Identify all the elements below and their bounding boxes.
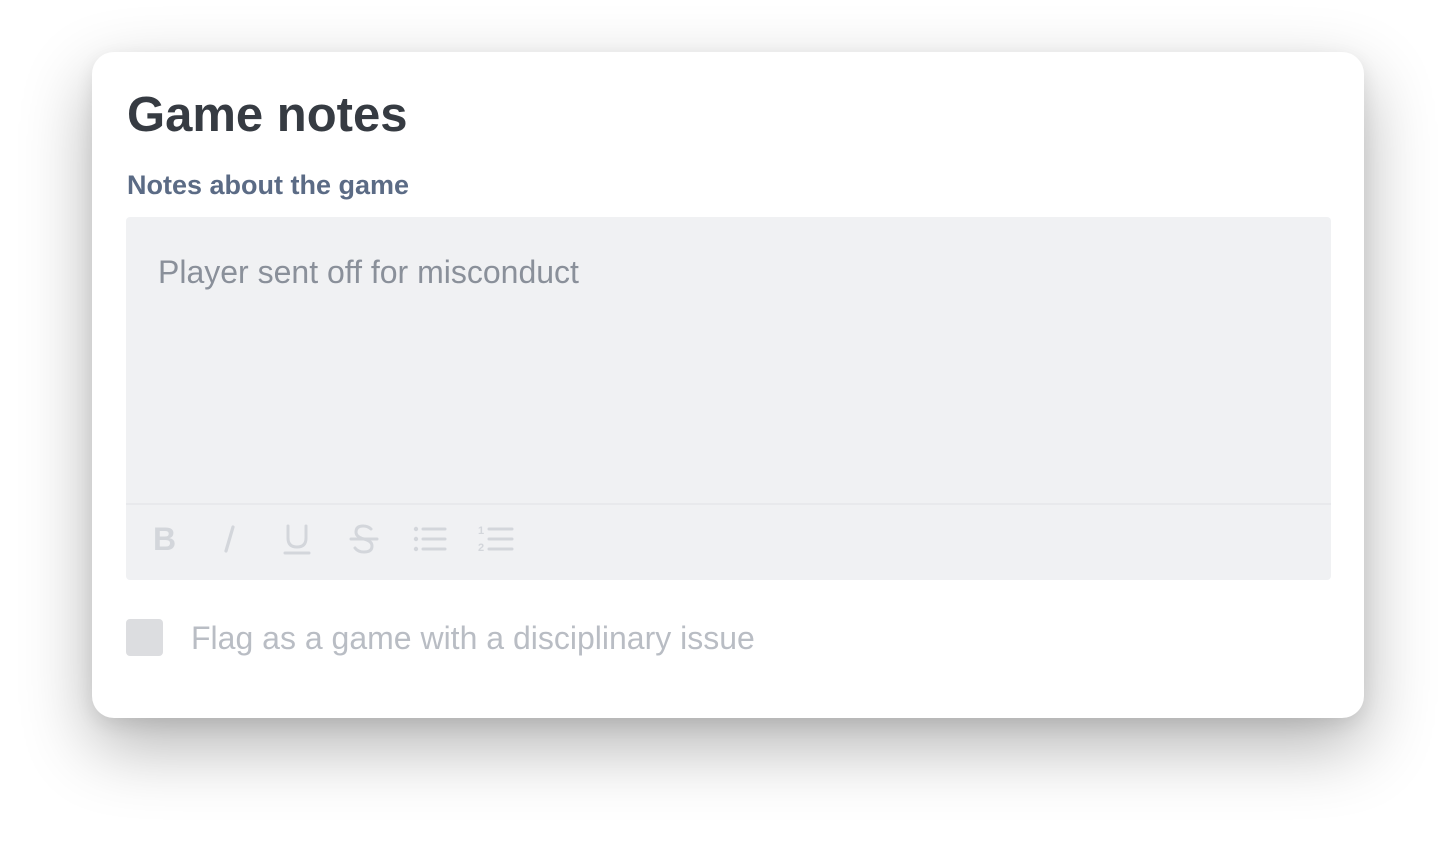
strikethrough-icon	[349, 524, 379, 554]
numbered-list-button[interactable]: 1 2	[476, 519, 516, 559]
svg-text:2: 2	[478, 542, 484, 554]
bold-button[interactable]: B	[144, 519, 184, 559]
italic-button[interactable]	[210, 519, 250, 559]
underline-icon	[283, 524, 311, 555]
card-title: Game notes	[127, 88, 408, 142]
bulleted-list-icon	[413, 526, 447, 552]
bulleted-list-button[interactable]	[410, 519, 450, 559]
svg-text:1: 1	[478, 525, 484, 537]
bold-icon: B	[153, 524, 176, 554]
notes-textarea[interactable]: Player sent off for misconduct	[158, 252, 1298, 482]
formatting-toolbar: B 1 2	[126, 503, 1331, 582]
disciplinary-flag-label[interactable]: Flag as a game with a disciplinary issue	[191, 619, 755, 657]
disciplinary-flag-row: Flag as a game with a disciplinary issue	[126, 619, 886, 657]
svg-text:B: B	[153, 524, 176, 554]
notes-field-label: Notes about the game	[127, 170, 410, 200]
numbered-list-icon: 1 2	[478, 525, 514, 554]
italic-icon	[224, 525, 235, 553]
disciplinary-flag-checkbox[interactable]	[126, 619, 163, 656]
notes-editor: Player sent off for misconduct B 1 2	[126, 217, 1331, 580]
underline-button[interactable]	[277, 519, 317, 559]
game-notes-card: Game notes Notes about the game Player s…	[92, 52, 1364, 718]
strikethrough-button[interactable]	[344, 519, 384, 559]
